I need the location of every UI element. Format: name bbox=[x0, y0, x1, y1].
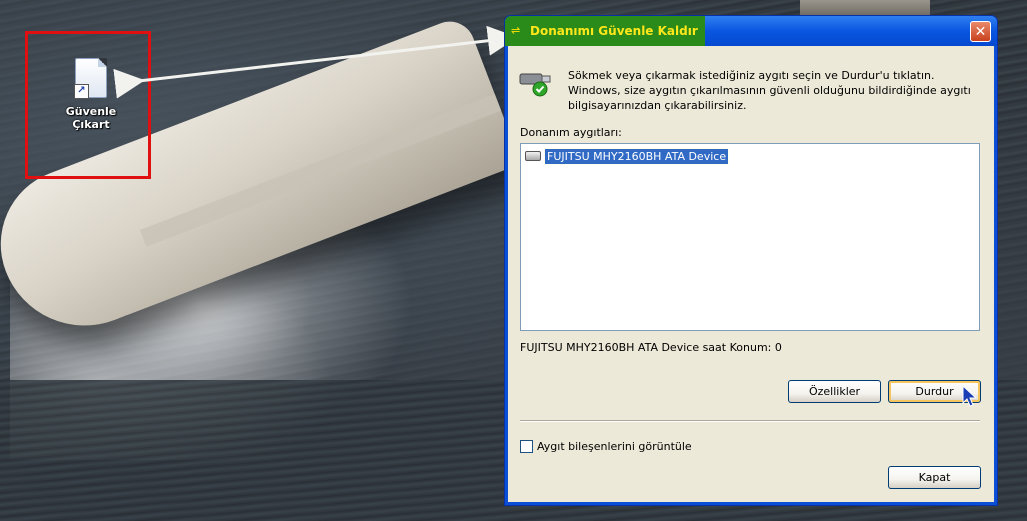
hard-drive-icon bbox=[525, 151, 541, 161]
properties-button[interactable]: Özellikler bbox=[788, 380, 881, 403]
background-conning-tower bbox=[800, 0, 930, 16]
shortcut-label: Güvenle Çıkart bbox=[55, 105, 127, 131]
dialog-titlebar[interactable]: ⇌ Donanımı Güvenle Kaldır ✕ bbox=[505, 16, 997, 46]
desktop-shortcut-safely-remove[interactable]: ↗ Güvenle Çıkart bbox=[55, 58, 127, 131]
dialog-title: Donanımı Güvenle Kaldır bbox=[530, 24, 698, 38]
usb-plug-icon: ⇌ bbox=[511, 24, 521, 37]
device-status-text: FUJITSU MHY2160BH ATA Device saat Konum:… bbox=[520, 341, 782, 354]
mouse-cursor-icon bbox=[962, 385, 978, 407]
show-components-option[interactable]: Aygıt bileşenlerini görüntüle bbox=[520, 440, 692, 453]
file-shortcut-icon: ↗ bbox=[74, 58, 107, 99]
safely-remove-hardware-dialog: ⇌ Donanımı Güvenle Kaldır ✕ Sökmek veya … bbox=[504, 15, 998, 506]
show-components-checkbox[interactable] bbox=[520, 440, 533, 453]
shortcut-label-line1: Güvenle bbox=[65, 105, 117, 118]
close-button[interactable]: ✕ bbox=[970, 21, 991, 42]
close-dialog-button[interactable]: Kapat bbox=[888, 466, 981, 489]
dialog-client-area: Sökmek veya çıkarmak istediğiniz aygıtı … bbox=[508, 46, 994, 502]
shortcut-arrow-icon: ↗ bbox=[74, 84, 89, 99]
divider bbox=[520, 420, 980, 422]
instructions-text: Sökmek veya çıkarmak istediğiniz aygıtı … bbox=[568, 69, 971, 112]
device-name: FUJITSU MHY2160BH ATA Device bbox=[543, 147, 730, 165]
shortcut-label-line2: Çıkart bbox=[72, 118, 110, 131]
usb-device-check-icon bbox=[519, 73, 551, 97]
show-components-label: Aygıt bileşenlerini görüntüle bbox=[537, 440, 692, 453]
devices-label: Donanım aygıtları: bbox=[520, 126, 622, 139]
list-item[interactable]: FUJITSU MHY2160BH ATA Device bbox=[525, 147, 730, 165]
device-list[interactable]: FUJITSU MHY2160BH ATA Device bbox=[520, 143, 980, 331]
